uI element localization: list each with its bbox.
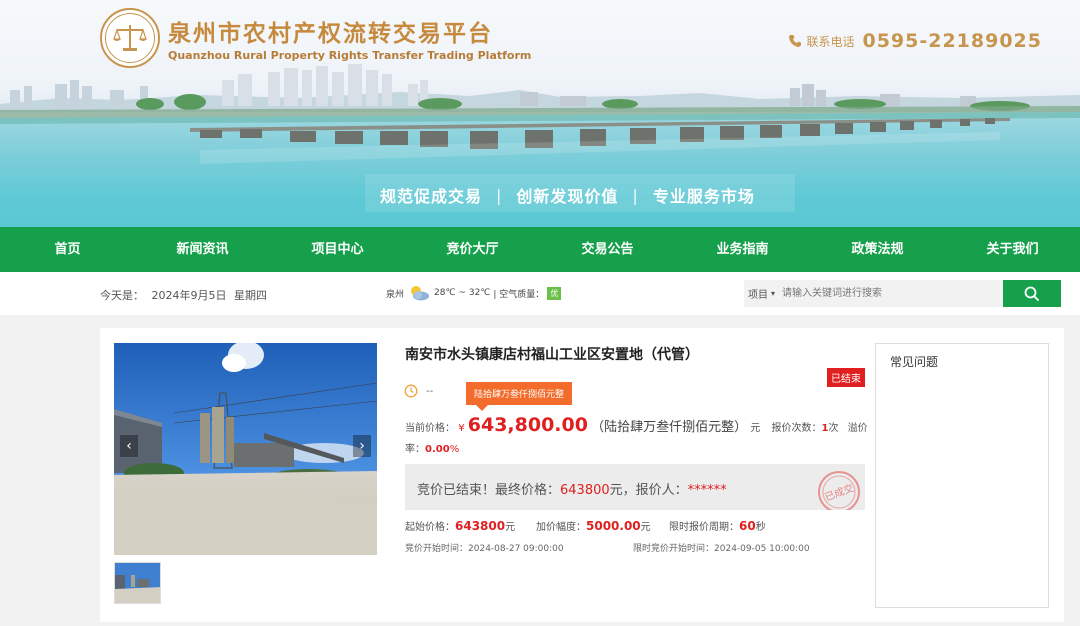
slogan-1: 规范促成交易 [380, 187, 483, 206]
search-button[interactable] [1003, 280, 1061, 307]
slogan-3: 专业服务市场 [652, 187, 755, 206]
start-price-label: 起始价格： [405, 522, 455, 533]
start-time: 竞价开始时间：2024-08-27 09:00:00 [405, 541, 564, 554]
currency-symbol: ¥ [458, 423, 465, 434]
result-prefix: 竞价已结束！最终价格： [417, 483, 561, 498]
current-price-value: 643,800.00 [467, 414, 588, 436]
site-subtitle: Quanzhou Rural Property Rights Transfer … [168, 49, 532, 62]
bid-count-label: 报价次数： [771, 423, 822, 434]
premium-rate-value: 0.00 [425, 444, 450, 455]
photo-thumbnail[interactable] [114, 562, 161, 604]
chevron-down-icon: ▾ [771, 289, 776, 298]
air-quality-badge: 优 [547, 286, 562, 300]
start-price-value: 643800 [455, 519, 506, 533]
increment-label: 加价幅度： [536, 522, 586, 533]
result-mid: 元，报价人： [609, 483, 688, 498]
slogan-divider: | [496, 185, 503, 205]
increment-value: 5000.00 [586, 519, 641, 533]
contact-phone: 联系电话 0595-22189025 [788, 30, 1042, 52]
start-time-label: 竞价开始时间： [405, 544, 469, 554]
bid-count-value: 1 [821, 423, 829, 434]
increment: 加价幅度：5000.00元 [536, 518, 651, 533]
nav-policies[interactable]: 政策法规 [810, 227, 945, 272]
nav-home[interactable]: 首页 [0, 227, 135, 272]
limit-time-label: 限时竞价开始时间： [633, 544, 715, 554]
period-label: 限时报价周期： [669, 522, 739, 533]
period-unit: 秒 [755, 522, 766, 533]
slogan-divider: | [632, 185, 639, 205]
search-bar: 项目 ▾ [744, 280, 1064, 307]
search-category-select[interactable]: 项目 ▾ [744, 280, 780, 307]
status-badge: 已结束 [827, 368, 865, 387]
price-unit: 元 [750, 423, 761, 434]
bid-count-unit: 次 [828, 423, 839, 434]
nav-bidding-hall[interactable]: 竞价大厅 [405, 227, 540, 272]
today-date: 今天是： 2024年9月5日 星期四 [100, 287, 271, 303]
slogan: 规范促成交易 | 创新发现价值 | 专业服务市场 [380, 183, 755, 207]
project-title: 南安市水头镇康店村福山工业区安置地（代管） [405, 347, 699, 363]
premium-rate-row: 率：0.00% [405, 440, 459, 455]
search-icon [1024, 286, 1040, 301]
start-price: 起始价格：643800元 [405, 518, 515, 533]
premium-rate-label-2: 率： [405, 444, 425, 455]
current-price-row: 当前价格： ¥ 643,800.00 （陆拾肆万叁仟捌佰元整） 元 报价次数：1… [405, 414, 868, 436]
phone-icon [789, 35, 802, 47]
faq-title: 常见问题 [890, 355, 939, 369]
countdown-value: -- [426, 386, 434, 397]
start-time-value: 2024-08-27 09:00:00 [468, 544, 564, 554]
today-label: 今天是： [100, 289, 144, 302]
bid-result-box: 竞价已结束！最终价格：643800元，报价人：****** 已成交 [405, 464, 865, 510]
premium-rate-unit: % [449, 444, 460, 455]
nav-guide[interactable]: 业务指南 [675, 227, 810, 272]
limit-time-value: 2024-09-05 10:00:00 [714, 544, 810, 554]
project-photo-image [114, 343, 377, 555]
final-price: 643800 [560, 483, 610, 498]
project-detail-card: ‹ › 南安市水头镇康店村福山工业区安置地（代管） 已结束 -- 陆拾肆万叁仟捌… [100, 328, 1064, 622]
clock-icon [404, 384, 418, 398]
phone-number: 0595-22189025 [862, 30, 1042, 52]
bid-period: 限时报价周期：60秒 [669, 518, 766, 533]
site-title: 泉州市农村产权流转交易平台 [168, 21, 493, 47]
current-price-chinese: （陆拾肆万叁仟捌佰元整） [591, 420, 748, 435]
period-value: 60 [739, 519, 756, 533]
search-input[interactable] [780, 280, 1003, 307]
bidder-value: ****** [687, 483, 727, 498]
weekday-value: 星期四 [234, 289, 267, 302]
weather-temp: 28℃ ~ 32℃ [434, 288, 491, 298]
nav-announcements[interactable]: 交易公告 [540, 227, 675, 272]
nav-about[interactable]: 关于我们 [945, 227, 1080, 272]
current-price-label: 当前价格： [405, 423, 455, 434]
nav-news[interactable]: 新闻资讯 [135, 227, 270, 272]
nav-projects[interactable]: 项目中心 [270, 227, 405, 272]
weather-city: 泉州 [386, 289, 405, 300]
slogan-2: 创新发现价值 [516, 187, 619, 206]
date-value: 2024年9月5日 [151, 289, 227, 302]
main-nav: 首页 新闻资讯 项目中心 竞价大厅 交易公告 业务指南 政策法规 关于我们 [0, 227, 1080, 272]
faq-panel: 常见问题 [875, 343, 1049, 608]
start-price-unit: 元 [505, 522, 516, 533]
search-category-value: 项目 [748, 290, 768, 301]
limit-time: 限时竞价开始时间：2024-09-05 10:00:00 [633, 541, 810, 554]
air-quality-label: | 空气质量： [493, 289, 545, 300]
weather-widget: 泉州 28℃ ~ 32℃ | 空气质量： 优 [386, 285, 562, 301]
chevron-left-icon[interactable]: ‹ [120, 435, 138, 457]
project-photo[interactable]: ‹ › [114, 343, 377, 555]
premium-rate-label: 溢价 [847, 423, 868, 434]
phone-label: 联系电话 [806, 34, 855, 49]
thumbnail-image [115, 563, 160, 603]
bid-result-text: 竞价已结束！最终价格：643800元，报价人：****** [417, 479, 727, 498]
deal-closed-stamp-icon: 已成交 [818, 471, 860, 510]
header-banner: 泉州市农村产权流转交易平台 Quanzhou Rural Property Ri… [0, 0, 1080, 227]
partly-cloudy-icon [411, 286, 430, 301]
seal-text: 已成交 [823, 481, 856, 503]
scales-of-justice-icon[interactable] [100, 8, 160, 68]
increment-unit: 元 [640, 522, 651, 533]
price-tooltip: 陆拾肆万叁仟捌佰元整 [466, 382, 573, 411]
info-bar: 今天是： 2024年9月5日 星期四 泉州 28℃ ~ 32℃ | 空气质量： … [0, 272, 1080, 315]
chevron-right-icon[interactable]: › [353, 435, 371, 457]
